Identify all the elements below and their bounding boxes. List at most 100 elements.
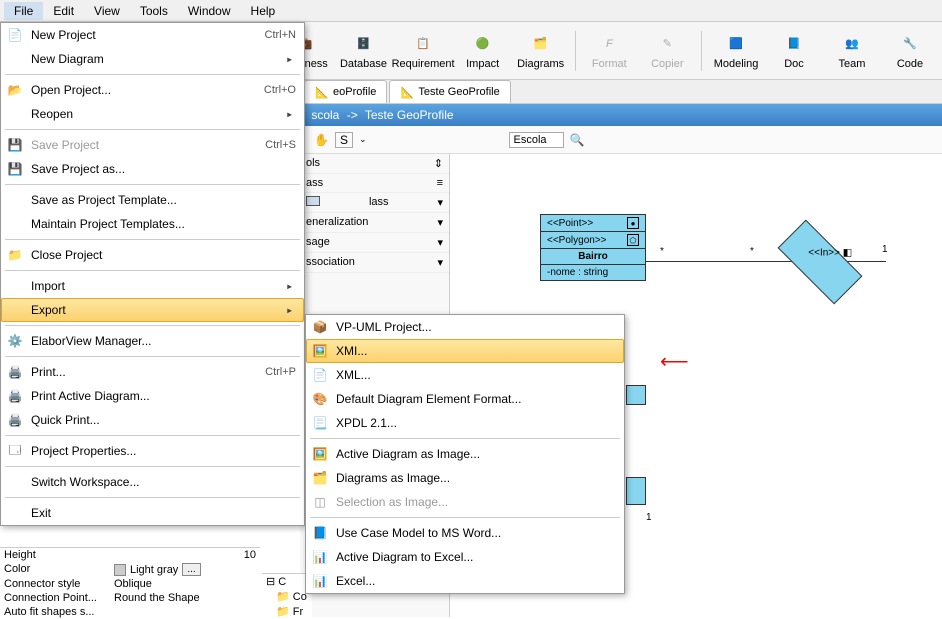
file-menu-item-print[interactable]: 🖨️Print...Ctrl+P (1, 360, 304, 384)
menu-icon[interactable]: ≡ (437, 177, 443, 189)
toolbar-format[interactable]: FFormat (585, 30, 633, 72)
file-menu-item-new-diagram[interactable]: New Diagram▸ (1, 47, 304, 71)
toolbar-team[interactable]: 👥Team (828, 30, 876, 72)
file-menu-item-elaborview-manager[interactable]: ⚙️ElaborView Manager... (1, 329, 304, 353)
menu-label: Close Project (31, 248, 296, 262)
toolbar-copier[interactable]: ✎Copier (643, 30, 691, 72)
menu-label: Exit (31, 506, 296, 520)
spin-icon[interactable]: ⇕ (434, 157, 443, 170)
palette-row-gen[interactable]: eneralization▾ (300, 213, 449, 233)
stereotype-point: <<Point>> (547, 218, 593, 229)
export-menu-item-diagrams-as-image[interactable]: 🗂️Diagrams as Image... (306, 466, 624, 490)
palette-row-ass[interactable]: ass≡ (300, 174, 449, 193)
file-menu-item-import[interactable]: Import▸ (1, 274, 304, 298)
blank-icon (5, 215, 25, 233)
sel-icon: ◫ (310, 493, 330, 511)
impact-icon: 🟢 (471, 32, 495, 56)
palette-row-tools[interactable]: ols⇕ (300, 154, 449, 174)
menu-label: Default Diagram Element Format... (336, 392, 616, 406)
chevron-down-icon[interactable]: ⌄ (359, 134, 367, 145)
export-menu-item-default-diagram-element-format[interactable]: 🎨 Default Diagram Element Format... (306, 387, 624, 411)
toolbar-doc[interactable]: 📘Doc (770, 30, 818, 72)
export-menu-item-selection-as-image[interactable]: ◫Selection as Image... (306, 490, 624, 514)
prop-color[interactable]: ColorLight gray... (0, 562, 260, 577)
menu-help[interactable]: Help (241, 2, 286, 20)
menu-edit[interactable]: Edit (43, 2, 84, 20)
file-menu-item-switch-workspace[interactable]: Switch Workspace... (1, 470, 304, 494)
fmt-icon: 🎨 (310, 390, 330, 408)
annotation-arrow: ⟵ (660, 349, 689, 374)
palette-row-assoc[interactable]: ssociation▾ (300, 253, 449, 273)
menu-label: Maintain Project Templates... (31, 217, 296, 231)
file-menu-item-save-project[interactable]: 💾Save ProjectCtrl+S (1, 133, 304, 157)
properties-panel: Height10 ColorLight gray... Connector st… (0, 547, 260, 619)
file-menu-item-project-properties[interactable]: 🗔Project Properties... (1, 439, 304, 463)
prop-auto-fit[interactable]: Auto fit shapes s... (0, 605, 260, 619)
file-menu-item-export[interactable]: Export▸ (1, 298, 304, 322)
toolbar-code[interactable]: 🔧Code (886, 30, 934, 72)
file-menu-item-new-project[interactable]: 📄New ProjectCtrl+N (1, 23, 304, 47)
save-icon: 💾 (5, 136, 25, 154)
xmi-icon: 🖼️ (310, 342, 330, 360)
export-menu-item-xml[interactable]: 📄XML... (306, 363, 624, 387)
file-menu-item-quick-print[interactable]: 🖨️Quick Print... (1, 408, 304, 432)
toolbar-database[interactable]: 🗄️Database (339, 30, 387, 72)
hand-tool-icon[interactable]: ✋ (314, 133, 329, 147)
menu-tools[interactable]: Tools (130, 2, 178, 20)
file-menu-item-close-project[interactable]: 📁Close Project (1, 243, 304, 267)
tree-row[interactable]: 📁 Fr (262, 604, 312, 619)
tab-eoprofile[interactable]: 📐eoProfile (304, 80, 387, 103)
export-submenu: 📦VP-UML Project...🖼️XMI...📄XML... 🎨 Defaul… (305, 314, 625, 594)
search-icon[interactable]: 🔍 (570, 133, 585, 147)
uml-class-bairro[interactable]: <<Point>>● <<Polygon>>⬠ Bairro -nome : s… (540, 214, 646, 281)
file-menu-item-save-as-project-template[interactable]: Save as Project Template... (1, 188, 304, 212)
prop-connector-style[interactable]: Connector styleOblique (0, 577, 260, 591)
in-icon: ◧ (843, 248, 852, 259)
export-menu-item-excel[interactable]: 📊Excel... (306, 569, 624, 593)
menu-window[interactable]: Window (178, 2, 241, 20)
blank-icon (5, 504, 25, 522)
prop-connection-point[interactable]: Connection Point...Round the Shape (0, 591, 260, 605)
menu-label: Active Diagram as Image... (336, 447, 616, 461)
uml-class-partial-1[interactable] (626, 385, 646, 405)
file-menu-item-reopen[interactable]: Reopen▸ (1, 102, 304, 126)
uml-class-partial-2[interactable] (626, 477, 646, 505)
uml-relation-in[interactable]: <<In>> ◧ (778, 220, 863, 305)
menu-label: Save as Project Template... (31, 193, 296, 207)
toolbar-requirement[interactable]: 📋Requirement (397, 30, 448, 72)
tab-teste-geoprofile[interactable]: 📐Teste GeoProfile (389, 80, 510, 103)
search-input[interactable] (509, 132, 564, 148)
file-menu-item-maintain-project-templates[interactable]: Maintain Project Templates... (1, 212, 304, 236)
file-menu-item-open-project[interactable]: 📂Open Project...Ctrl+O (1, 78, 304, 102)
polygon-icon: ⬠ (627, 234, 639, 246)
file-menu-separator (5, 74, 300, 75)
menu-label: Save Project as... (31, 162, 296, 176)
menu-file[interactable]: File (4, 2, 43, 20)
export-menu-item-active-diagram-as-image[interactable]: 🖼️Active Diagram as Image... (306, 442, 624, 466)
palette-row-class[interactable]: lass▾ (300, 193, 449, 213)
ellipsis-button[interactable]: ... (182, 563, 200, 576)
association-line[interactable] (646, 261, 886, 262)
toolbar-diagrams[interactable]: 🗂️Diagrams (517, 30, 565, 72)
file-menu-item-print-active-diagram[interactable]: 🖨️Print Active Diagram... (1, 384, 304, 408)
file-menu-item-save-project-as[interactable]: 💾 Save Project as... (1, 157, 304, 181)
toolbar-modeling[interactable]: 🟦Modeling (712, 30, 760, 72)
export-menu-item-xmi[interactable]: 🖼️XMI... (306, 339, 624, 363)
s-button[interactable]: S (335, 132, 353, 148)
export-menu-item-active-diagram-to-excel[interactable]: 📊Active Diagram to Excel... (306, 545, 624, 569)
prop-height[interactable]: Height10 (0, 548, 260, 562)
export-menu-item-vp-uml-project[interactable]: 📦VP-UML Project... (306, 315, 624, 339)
code-icon: 🔧 (898, 32, 922, 56)
menu-view[interactable]: View (84, 2, 130, 20)
export-menu-item-xpdl-2-1[interactable]: 📃XPDL 2.1... (306, 411, 624, 435)
palette-row-usage[interactable]: sage▾ (300, 233, 449, 253)
toolbar-impact[interactable]: 🟢Impact (459, 30, 507, 72)
excel2-icon: 📊 (310, 572, 330, 590)
file-menu-separator (5, 270, 300, 271)
saveas-icon: 💾 (5, 160, 25, 178)
export-menu-item-use-case-model-to-ms-word[interactable]: 📘Use Case Model to MS Word... (306, 521, 624, 545)
menu-label: Print Active Diagram... (31, 389, 296, 403)
menu-accelerator: Ctrl+S (265, 139, 296, 151)
file-menu-dropdown: 📄New ProjectCtrl+NNew Diagram▸ 📂Open Proj… (0, 22, 305, 526)
file-menu-item-exit[interactable]: Exit (1, 501, 304, 525)
